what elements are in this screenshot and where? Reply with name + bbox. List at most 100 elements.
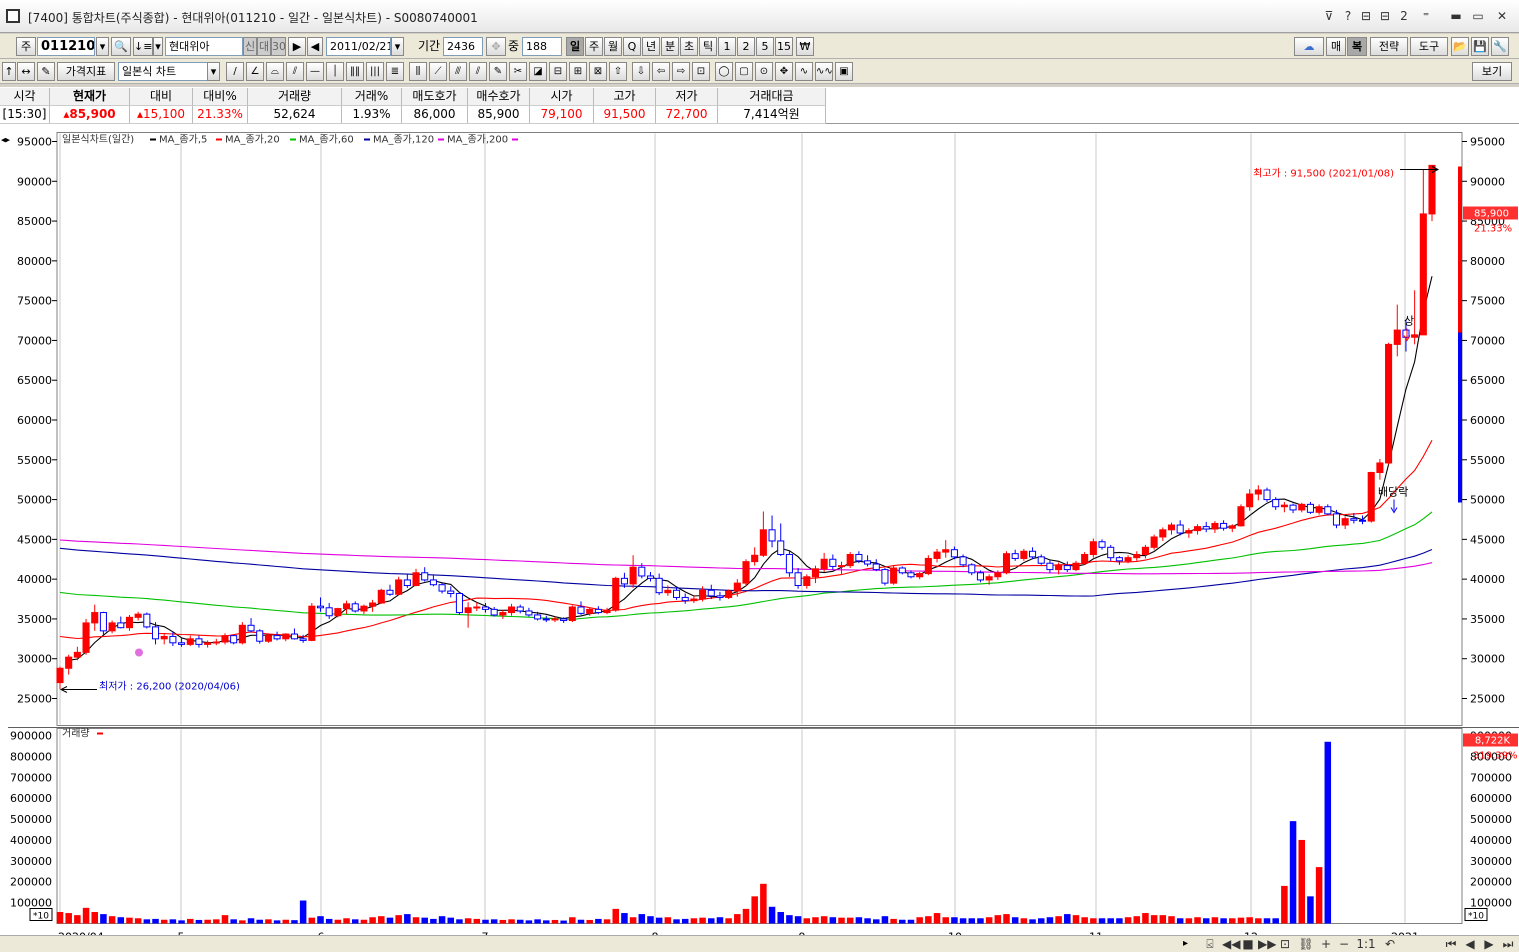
sort-icon[interactable]: ↓≡ (133, 37, 153, 56)
cycle-tool-icon[interactable]: ||| (366, 62, 384, 81)
candle-body[interactable] (898, 567, 906, 574)
volume-bar[interactable] (152, 918, 159, 924)
candle-body[interactable] (1280, 504, 1288, 508)
candle-body[interactable] (1176, 524, 1184, 534)
volume-bar[interactable] (872, 919, 880, 924)
candle-body[interactable] (1115, 557, 1123, 562)
candle-body[interactable] (1072, 562, 1080, 571)
candle-body[interactable] (638, 566, 646, 577)
volume-bar[interactable] (994, 915, 1002, 924)
code-dropdown-icon[interactable]: ▾ (96, 37, 109, 56)
candle-body[interactable] (169, 635, 177, 644)
candle-body[interactable] (1159, 529, 1167, 538)
volume-bar[interactable] (1324, 741, 1332, 924)
candle-body[interactable] (1133, 553, 1141, 559)
candle-body[interactable] (777, 540, 785, 555)
candle-body[interactable] (125, 616, 134, 629)
volume-bar[interactable] (838, 917, 845, 924)
volume-bar[interactable] (378, 916, 385, 924)
candle-body[interactable] (1089, 541, 1097, 555)
candle-body[interactable] (1167, 524, 1176, 531)
candle-body[interactable] (811, 568, 820, 578)
candle-body[interactable] (594, 608, 602, 614)
volume-bar[interactable] (890, 918, 897, 924)
candle-body[interactable] (1324, 506, 1332, 515)
candle-body[interactable] (91, 612, 99, 624)
layout-icon[interactable]: ⊟ (1358, 7, 1374, 25)
volume-bar[interactable] (1037, 918, 1045, 924)
candle-body[interactable] (1411, 334, 1419, 338)
close-button[interactable]: ✕ (1494, 7, 1510, 25)
candle-body[interactable] (1063, 565, 1071, 571)
volume-bar[interactable] (560, 920, 567, 924)
volume-bar[interactable] (56, 912, 64, 924)
candle-body[interactable] (516, 606, 524, 612)
candle-body[interactable] (1376, 462, 1384, 474)
volume-bar[interactable] (751, 896, 758, 924)
volume-bar[interactable] (421, 917, 428, 924)
candle-body[interactable] (1298, 503, 1306, 511)
volume-bar[interactable] (160, 919, 168, 924)
volume-bar[interactable] (1072, 915, 1080, 924)
volume-bar[interactable] (317, 916, 324, 924)
fit-icon[interactable]: ⊡ (1277, 937, 1293, 952)
next-page-icon[interactable]: ▶ (1481, 937, 1497, 952)
open-icon[interactable]: 📂 (1451, 37, 1469, 56)
volume-bar[interactable] (968, 918, 976, 924)
volume-bar[interactable] (143, 919, 151, 924)
volume-bar[interactable] (100, 914, 107, 924)
count-input[interactable]: 188 (522, 37, 562, 56)
strategy-button[interactable]: 전략 (1370, 37, 1408, 56)
play-icon[interactable]: ▶ (288, 37, 306, 56)
price-indicator-button[interactable]: 가격지표 (57, 62, 115, 81)
left-tool-icon[interactable]: ⇦ (652, 62, 670, 81)
arrow-both-icon[interactable]: ↔ (17, 62, 35, 81)
volume-bar[interactable] (447, 917, 455, 924)
candle-body[interactable] (438, 584, 446, 592)
tf-1[interactable]: 1 (718, 37, 736, 56)
tf-day[interactable]: 일 (566, 37, 584, 56)
help-icon[interactable]: ? (1340, 7, 1356, 25)
candle-body[interactable] (707, 589, 715, 597)
candle-body[interactable] (759, 529, 767, 556)
candle-body[interactable] (664, 589, 672, 594)
candle-body[interactable] (551, 618, 559, 621)
candle-body[interactable] (1011, 553, 1019, 559)
volume-bar[interactable] (647, 916, 654, 924)
tf-15[interactable]: 15 (775, 37, 793, 56)
candle-body[interactable] (334, 608, 342, 617)
candle-body[interactable] (325, 607, 333, 617)
ray-tool-icon[interactable]: ⟋ (429, 62, 447, 81)
candle-body[interactable] (586, 608, 594, 614)
candle-body[interactable] (1393, 329, 1401, 345)
volume-bar[interactable] (786, 915, 793, 924)
candle-body[interactable] (1289, 504, 1297, 511)
volume-bar[interactable] (430, 918, 437, 924)
candle-body[interactable] (56, 667, 64, 684)
candle-body[interactable] (1098, 541, 1106, 548)
volume-bar[interactable] (1220, 918, 1227, 924)
tag-new[interactable]: 신 (243, 37, 257, 56)
tf-tick[interactable]: 틱 (699, 37, 717, 56)
volume-bar[interactable] (899, 919, 906, 924)
candle-body[interactable] (1341, 518, 1349, 526)
volume-bar[interactable] (247, 918, 255, 924)
candle-body[interactable] (221, 635, 229, 643)
candle-body[interactable] (1124, 557, 1132, 562)
volume-bar[interactable] (1315, 867, 1323, 924)
right-tool-icon[interactable]: ⇨ (672, 62, 690, 81)
volume-bar[interactable] (1124, 917, 1132, 924)
volume-bar[interactable] (1194, 917, 1201, 924)
candle-body[interactable] (785, 553, 793, 574)
chart-type-select[interactable]: 일본식 차트 (118, 62, 208, 81)
volume-bar[interactable] (664, 917, 672, 924)
volume-bar[interactable] (673, 919, 680, 924)
buy-button[interactable]: 매 (1326, 37, 1346, 56)
volume-bar[interactable] (265, 919, 272, 924)
candle-body[interactable] (481, 606, 490, 610)
arc-tool-icon[interactable]: ⌓ (266, 62, 284, 81)
candle-body[interactable] (577, 606, 585, 614)
candle-body[interactable] (143, 613, 151, 628)
candle-body[interactable] (264, 635, 272, 642)
candle-body[interactable] (672, 589, 681, 598)
